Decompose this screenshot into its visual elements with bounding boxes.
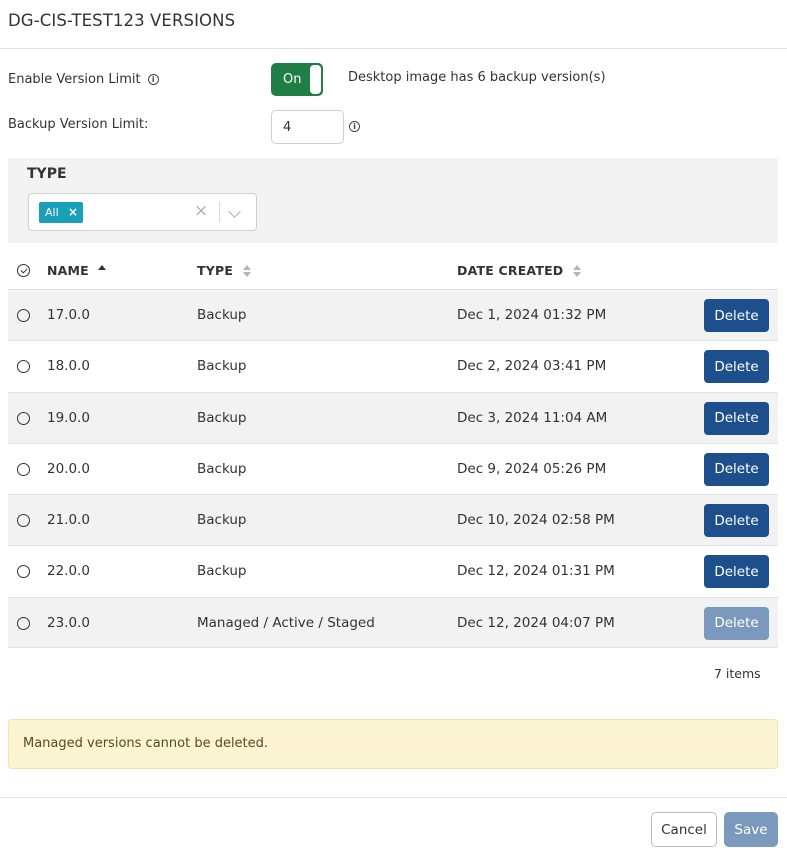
version-date: Dec 12, 2024 01:31 PM [457,563,615,580]
dialog-header: DG-CIS-TEST123 VERSIONS [0,0,787,49]
dialog-title: DG-CIS-TEST123 VERSIONS [8,11,236,30]
version-name: 17.0.0 [47,307,90,323]
table-row: 20.0.0 Backup Dec 9, 2024 05:26 PM Delet… [8,442,778,494]
backup-version-limit-label: Backup Version Limit: [8,117,149,132]
column-header-type[interactable]: TYPE [197,263,252,278]
warning-text: Managed versions cannot be deleted. [23,736,269,751]
chip-remove-icon[interactable]: × [68,205,78,219]
save-button: Save [724,812,778,847]
sort-icon [572,265,582,277]
column-header-name-label: NAME [47,263,89,278]
table-row: 21.0.0 Backup Dec 10, 2024 02:58 PM Dele… [8,494,778,546]
version-date: Dec 10, 2024 02:58 PM [457,512,615,529]
delete-button[interactable]: Delete [704,401,769,435]
table-row: 18.0.0 Backup Dec 2, 2024 03:41 PM Delet… [8,340,778,391]
table-row: 19.0.0 Backup Dec 3, 2024 11:04 AM Delet… [8,391,778,443]
version-type: Backup [197,307,247,323]
version-type: Backup [197,460,247,477]
version-name: 21.0.0 [47,512,90,529]
footer-divider [0,797,787,798]
version-type: Backup [197,563,247,580]
row-select-radio[interactable] [17,565,30,579]
column-header-name[interactable]: NAME [47,263,107,278]
versions-table-body: 17.0.0 Backup Dec 1, 2024 01:32 PM Delet… [8,289,778,649]
enable-version-limit-label: Enable Version Limit i [8,72,159,87]
column-header-date-label: DATE CREATED [457,263,564,278]
row-select-radio[interactable] [17,360,30,374]
column-header-date[interactable]: DATE CREATED [457,263,582,278]
row-select-radio[interactable] [17,514,30,528]
version-name: 22.0.0 [47,563,90,580]
row-select-radio[interactable] [17,462,30,476]
enable-version-limit-text: Enable Version Limit [8,72,141,87]
items-count: 7 items [714,666,761,681]
toggle-state-label: On [283,72,302,87]
table-row: 22.0.0 Backup Dec 12, 2024 01:31 PM Dele… [8,545,778,596]
info-icon[interactable]: i [147,74,159,85]
backup-version-limit-input[interactable] [271,110,344,144]
version-date: Dec 9, 2024 05:26 PM [457,460,607,477]
version-type: Managed / Active / Staged [197,614,375,631]
version-date: Dec 2, 2024 03:41 PM [457,358,607,375]
row-select-radio[interactable] [17,616,30,630]
type-multiselect[interactable]: All × × [28,193,257,231]
delete-button-disabled: Delete [704,606,769,640]
multiselect-separator [219,202,220,222]
version-name: 20.0.0 [47,460,90,477]
delete-button[interactable]: Delete [704,299,769,332]
row-select-radio[interactable] [17,309,30,322]
type-filter-title: TYPE [27,166,67,182]
version-name: 18.0.0 [47,358,90,375]
backup-count-text: Desktop image has 6 backup version(s) [348,70,606,85]
delete-button[interactable]: Delete [704,350,769,384]
limit-info-icon[interactable]: i [349,121,360,132]
type-filter-panel: TYPE All × × [8,158,778,243]
clear-icon[interactable]: × [194,201,208,221]
delete-button[interactable]: Delete [704,504,769,538]
chevron-down-icon[interactable] [228,205,241,218]
delete-button[interactable]: Delete [704,452,769,486]
version-date: Dec 3, 2024 11:04 AM [457,409,608,426]
sort-icon [98,265,107,277]
filter-chip-all: All × [39,202,83,223]
filter-chip-label: All [45,206,59,219]
version-date: Dec 1, 2024 01:32 PM [457,307,607,323]
version-date: Dec 12, 2024 04:07 PM [457,614,615,631]
cancel-button[interactable]: Cancel [651,812,717,847]
warning-banner: Managed versions cannot be deleted. [8,719,778,769]
row-select-radio[interactable] [17,411,30,425]
version-name: 23.0.0 [47,614,90,631]
table-header: NAME TYPE DATE CREATED [8,253,778,289]
version-name: 19.0.0 [47,409,90,426]
toggle-knob [310,65,321,94]
delete-button[interactable]: Delete [704,555,769,589]
table-row: 17.0.0 Backup Dec 1, 2024 01:32 PM Delet… [8,289,778,341]
column-header-type-label: TYPE [197,263,234,278]
version-type: Backup [197,409,247,426]
version-type: Backup [197,512,247,529]
table-row: 23.0.0 Managed / Active / Staged Dec 12,… [8,596,778,649]
version-type: Backup [197,358,247,375]
version-limit-toggle[interactable]: On [271,63,323,96]
sort-icon [242,265,252,277]
select-all-check-icon[interactable] [17,264,30,277]
